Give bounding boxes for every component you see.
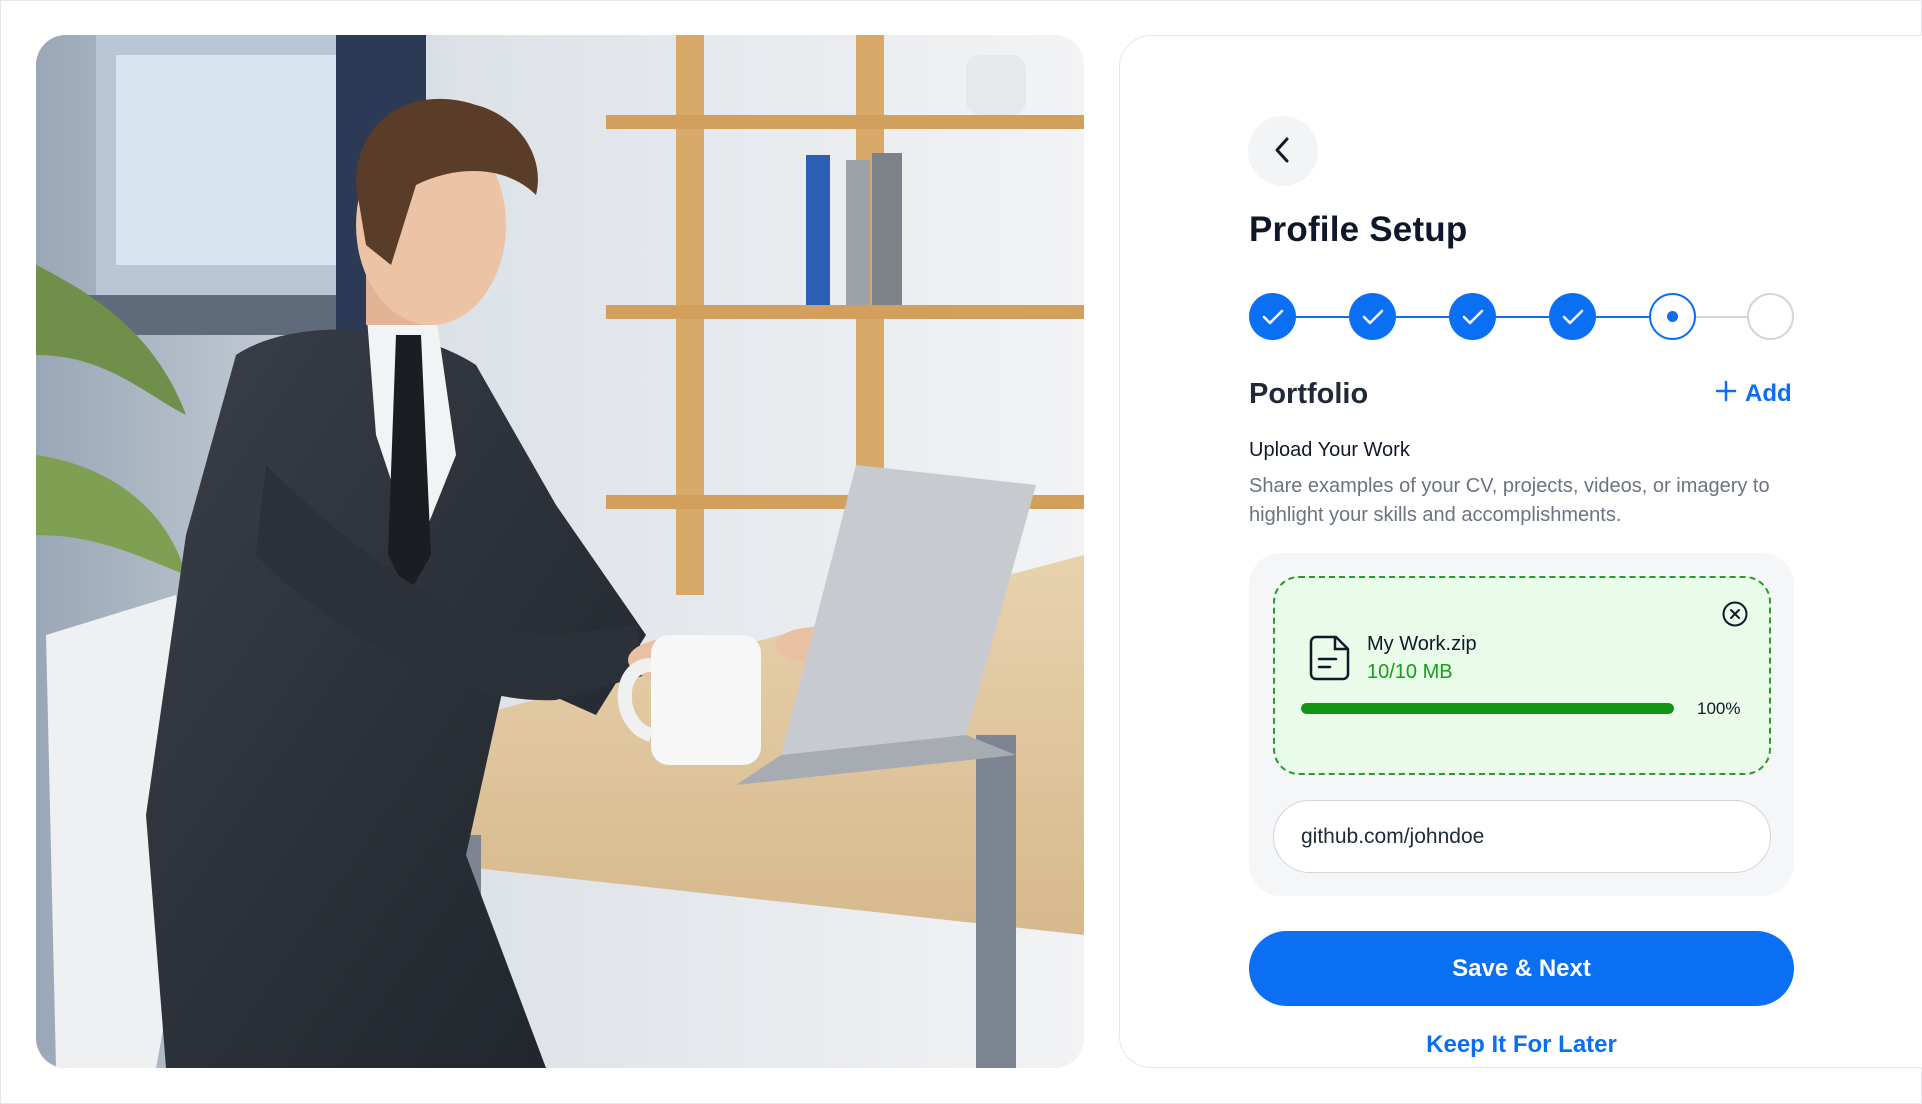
save-next-button[interactable]: Save & Next (1249, 931, 1794, 1006)
upload-label: Upload Your Work (1249, 439, 1410, 461)
step-connector (1396, 316, 1449, 318)
step-5-current[interactable] (1649, 293, 1696, 340)
remove-file-button[interactable] (1721, 600, 1749, 628)
page-title: Profile Setup (1249, 210, 1468, 249)
progress-stepper (1249, 293, 1794, 341)
current-step-dot (1667, 311, 1678, 322)
step-connector (1596, 316, 1649, 318)
file-name: My Work.zip (1367, 633, 1477, 655)
back-button[interactable] (1248, 116, 1318, 186)
step-1-completed[interactable] (1249, 293, 1296, 340)
document-icon (1308, 634, 1352, 682)
plus-icon (1715, 380, 1737, 409)
step-6-pending[interactable] (1747, 293, 1794, 340)
step-connector (1296, 316, 1349, 318)
photo-man-working-on-laptop (36, 35, 1084, 1068)
check-icon (1362, 309, 1383, 324)
check-icon (1262, 309, 1283, 324)
step-connector (1496, 316, 1549, 318)
file-size: 10/10 MB (1367, 661, 1453, 683)
add-portfolio-button[interactable]: Add (1715, 376, 1792, 412)
portfolio-link-input[interactable] (1273, 800, 1771, 873)
step-connector (1696, 316, 1749, 318)
chevron-left-icon (1272, 135, 1294, 168)
upload-progress-label: 100% (1697, 699, 1741, 718)
hero-photo (36, 35, 1084, 1068)
close-circle-icon (1721, 601, 1749, 631)
check-icon (1462, 309, 1483, 324)
step-3-completed[interactable] (1449, 293, 1496, 340)
upload-description: Share examples of your CV, projects, vid… (1249, 475, 1770, 526)
keep-for-later-link[interactable]: Keep It For Later (1249, 1031, 1794, 1059)
profile-setup-card (1119, 35, 1922, 1068)
step-4-completed[interactable] (1549, 293, 1596, 340)
check-icon (1562, 309, 1583, 324)
upload-progress-bar (1301, 703, 1674, 714)
step-2-completed[interactable] (1349, 293, 1396, 340)
section-title-portfolio: Portfolio (1249, 378, 1369, 410)
add-label: Add (1745, 380, 1792, 407)
upload-progress-fill (1301, 703, 1674, 714)
